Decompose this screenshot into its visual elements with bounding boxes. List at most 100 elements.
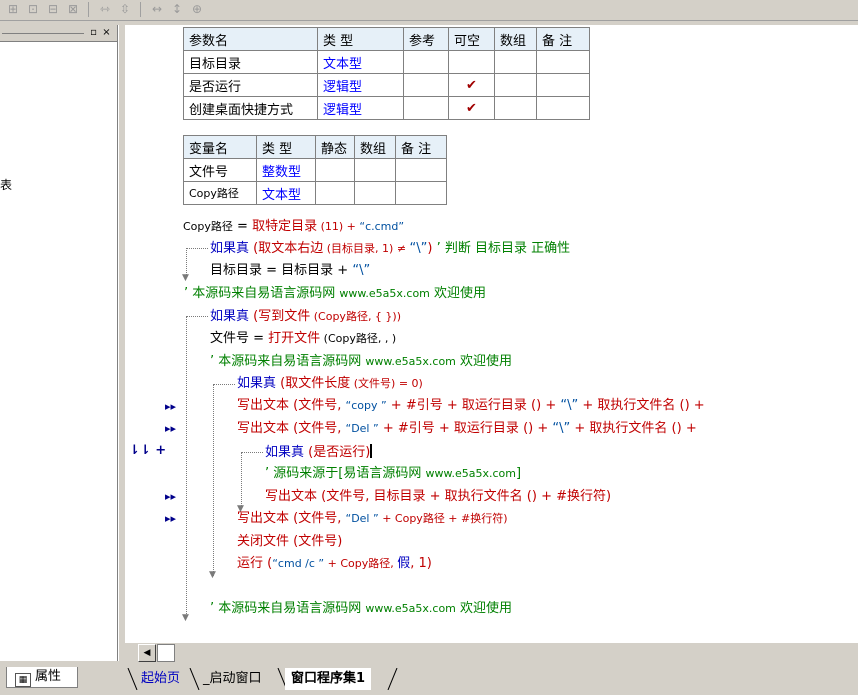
param-nullable[interactable]: ✔ [448,73,495,97]
var-array[interactable] [354,158,396,182]
var-array[interactable] [354,181,396,205]
step-marker-icon[interactable]: ▸▸ [165,400,176,413]
same-size-h-icon[interactable]: ↔ [148,1,166,18]
code-line[interactable]: 关闭文件 (文件号) [237,534,342,550]
header-cell: 静态 [315,135,355,159]
code-line[interactable]: 如果真 (取文本右边 (目标目录, 1) ≠ “\”) ’ 判断 目标目录 正确… [210,241,570,257]
var-note[interactable] [395,158,447,182]
panel-grip[interactable] [2,33,84,34]
flow-line [186,248,208,249]
flow-line [213,384,214,576]
param-note[interactable] [536,50,590,74]
code-token: (11) + [317,220,360,233]
align-grid-icon[interactable]: ⊠ [64,1,82,18]
var-type[interactable]: 文本型 [256,181,316,205]
code-token: “Del ” [345,512,379,525]
code-line[interactable]: 文件号 = 打开文件 (Copy路径, , ) [210,331,396,347]
param-name[interactable]: 创建桌面快捷方式 [183,96,318,120]
scroll-track[interactable] [157,644,175,662]
param-ref[interactable] [403,96,449,120]
param-note[interactable] [536,96,590,120]
tab-window-program-set[interactable]: 窗口程序集1 [285,668,372,690]
code-token: “\” [352,263,371,278]
code-line[interactable]: 写出文本 (文件号, “Del ” + #引号 + 取运行目录 () + “\”… [237,421,697,437]
same-size-v-icon[interactable]: ↕ [168,1,186,18]
code-line[interactable]: 如果真 (取文件长度 (文件号) = 0) [237,376,423,392]
code-token: ( [276,376,286,391]
table-row[interactable]: 文件号 整数型 [183,158,447,182]
code-token: + Copy路径 + #换行符) [378,512,508,525]
code-token: 写出文本 [237,398,290,413]
param-type[interactable]: 逻辑型 [317,96,404,120]
code-token: 文件号 = [210,331,269,346]
code-line[interactable]: ’ 源码来源于[易语言源码网 www.e5a5x.com] [265,466,521,482]
code-line[interactable]: 写出文本 (文件号, 目标目录 + 取执行文件名 () + #换行符) [265,489,611,505]
table-row[interactable]: 是否运行 逻辑型 ✔ [183,73,590,97]
properties-tab[interactable]: ▦ 属性 [6,667,78,688]
center-icon[interactable]: ⊕ [188,1,206,18]
code-line[interactable]: 如果真 (写到文件 (Copy路径, { })) [210,309,401,325]
var-static[interactable] [315,158,355,182]
var-type[interactable]: 整数型 [256,158,316,182]
param-ref[interactable] [403,73,449,97]
header-cell: 变量名 [183,135,257,159]
panel-partial-text: 表 [0,178,13,192]
scroll-left-icon[interactable]: ◀ [138,644,156,662]
step-marker-icon[interactable]: ▸▸ [165,422,176,435]
var-name[interactable]: 文件号 [183,158,257,182]
table-row[interactable]: Copy路径 文本型 [183,181,447,205]
code-token: 关闭文件 [237,534,290,549]
align-center-icon[interactable]: ⊡ [24,1,42,18]
param-type[interactable]: 文本型 [317,50,404,74]
step-marker-icon[interactable]: ▸▸ [165,490,176,503]
code-editor[interactable]: 参数名 类 型 参考 可空 数组 备 注 目标目录 文本型 是否运行 逻辑型 ✔… [180,25,858,643]
equal-width-icon[interactable]: ⇿ [96,1,114,18]
horizontal-scrollbar[interactable]: ◀ [125,643,858,662]
minimize-icon[interactable]: ▫ [88,27,99,38]
step-marker-icon[interactable]: ▸▸ [165,512,176,525]
code-line[interactable]: ’ 本源码来自易语言源码网 www.e5a5x.com 欢迎使用 [210,601,512,617]
code-line[interactable]: Copy路径 = 取特定目录 (11) + “c.cmd” [183,219,404,235]
table-row[interactable]: 创建桌面快捷方式 逻辑型 ✔ [183,96,590,120]
code-line[interactable]: 目标目录 = 目标目录 + “\” [210,263,370,279]
param-note[interactable] [536,73,590,97]
align-top-icon[interactable]: ⊟ [44,1,62,18]
param-ref[interactable] [403,50,449,74]
param-name[interactable]: 是否运行 [183,73,318,97]
var-note[interactable] [395,181,447,205]
splitter[interactable] [118,25,125,661]
code-line[interactable]: 写出文本 (文件号, “Del ” + Copy路径 + #换行符) [237,511,508,527]
equal-height-icon[interactable]: ⇳ [116,1,134,18]
param-name[interactable]: 目标目录 [183,50,318,74]
fold-marker-icon[interactable]: ⇂⇂ + [129,443,166,458]
align-left-icon[interactable]: ⊞ [4,1,22,18]
code-line[interactable]: 写出文本 (文件号, “copy ” + #引号 + 取运行目录 () + “\… [237,398,705,414]
var-name[interactable]: Copy路径 [183,181,257,205]
flow-line [241,452,263,453]
code-token: () + [675,398,705,413]
table-row[interactable]: 目标目录 文本型 [183,50,590,74]
var-static[interactable] [315,181,355,205]
code-token: ) [427,241,437,256]
code-token: Copy路径 [183,220,233,233]
close-icon[interactable]: × [101,27,112,38]
param-nullable[interactable]: ✔ [448,96,495,120]
code-line[interactable]: 运行 (“cmd /c ” + Copy路径, 假, 1) [237,556,432,572]
param-nullable[interactable] [448,50,495,74]
code-line[interactable]: ’ 本源码来自易语言源码网 www.e5a5x.com 欢迎使用 [210,354,512,370]
tab-startup-window[interactable]: _启动窗口 [197,668,268,690]
param-array[interactable] [494,50,537,74]
param-array[interactable] [494,96,537,120]
code-line[interactable]: 如果真 (是否运行) [265,444,373,461]
code-comment: ’ 本源码来自易语言源码网 [210,354,366,369]
flow-line [186,316,187,616]
header-cell: 备 注 [536,27,590,51]
param-type[interactable]: 逻辑型 [317,73,404,97]
flow-arrow-icon: ▼ [182,613,189,623]
flow-arrow-icon: ▼ [209,570,216,580]
code-token: 取执行文件名 [597,398,676,413]
tab-start-page[interactable]: 起始页 [135,668,186,690]
param-array[interactable] [494,73,537,97]
header-cell: 类 型 [317,27,404,51]
code-line[interactable]: ’ 本源码来自易语言源码网 www.e5a5x.com 欢迎使用 [184,286,486,302]
